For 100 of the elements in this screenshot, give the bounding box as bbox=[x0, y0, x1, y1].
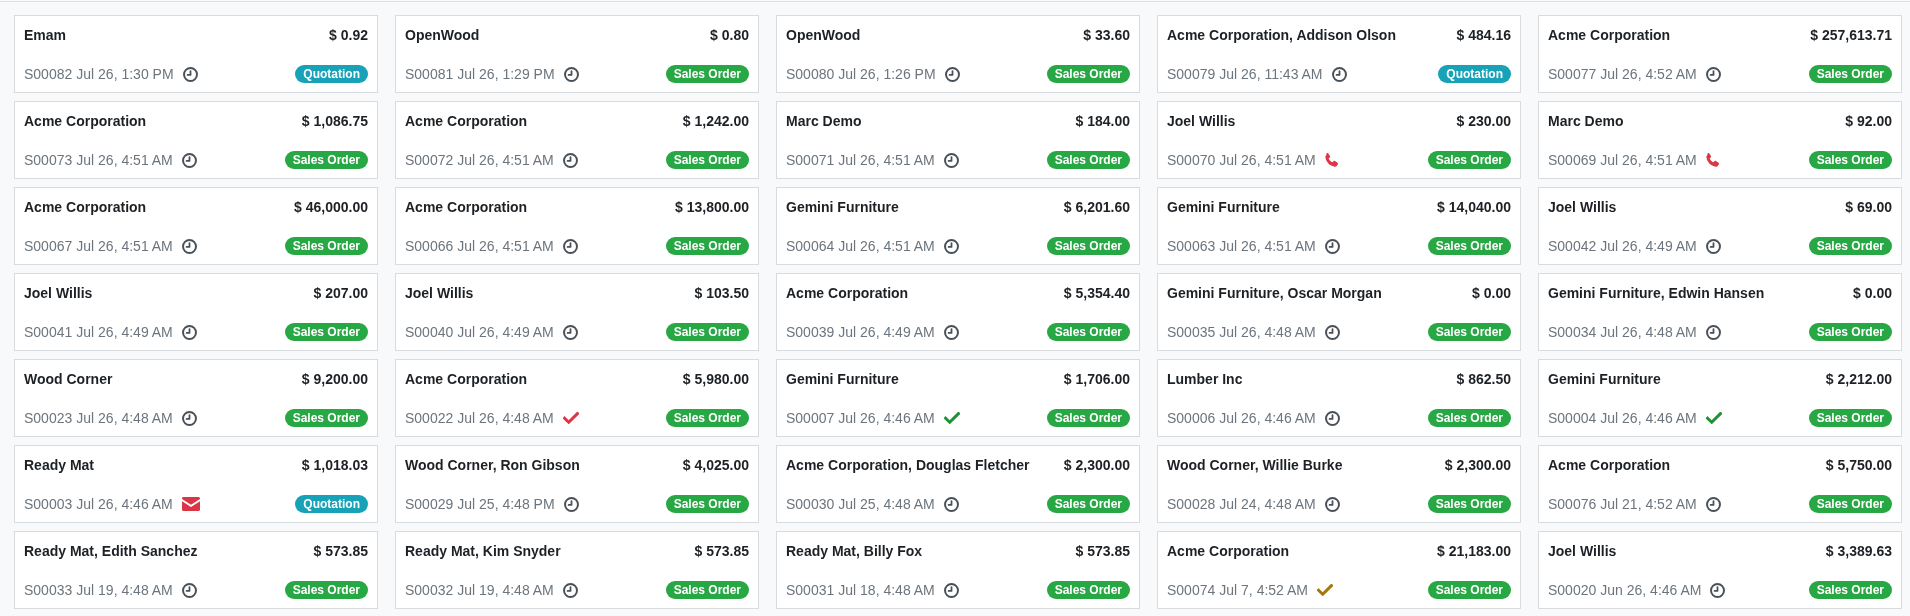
order-amount: $ 1,086.75 bbox=[301, 112, 368, 131]
order-card[interactable]: Emam $ 0.92 S00082 Jul 26, 1:30 PM Quotation bbox=[14, 15, 378, 93]
order-card[interactable]: OpenWood $ 33.60 S00080 Jul 26, 1:26 PM Sales Order bbox=[776, 15, 1140, 93]
clock-icon[interactable] bbox=[1324, 496, 1340, 512]
order-amount: $ 46,000.00 bbox=[294, 198, 368, 217]
order-card[interactable]: Lumber Inc $ 862.50 S00006 Jul 26, 4:46 AM Sales Order bbox=[1157, 359, 1521, 437]
status-badge: Sales Order bbox=[1427, 495, 1511, 513]
clock-icon[interactable] bbox=[1705, 496, 1721, 512]
clock-icon[interactable] bbox=[181, 238, 197, 254]
order-reference: S00071 bbox=[786, 151, 835, 170]
order-card[interactable]: OpenWood $ 0.80 S00081 Jul 26, 1:29 PM Sales Order bbox=[395, 15, 759, 93]
clock-icon[interactable] bbox=[944, 66, 960, 82]
order-card[interactable]: Joel Willis $ 207.00 S00041 Jul 26, 4:49 AM Sales Order bbox=[14, 273, 378, 351]
customer-name: Acme Corporation bbox=[405, 198, 528, 217]
order-amount: $ 13,800.00 bbox=[675, 198, 749, 217]
order-amount: $ 230.00 bbox=[1456, 112, 1511, 131]
order-card[interactable]: Marc Demo $ 184.00 S00071 Jul 26, 4:51 AM Sales Order bbox=[776, 101, 1140, 179]
clock-icon[interactable] bbox=[181, 410, 197, 426]
envelope-icon[interactable] bbox=[181, 497, 200, 511]
clock-icon[interactable] bbox=[181, 324, 197, 340]
clock-icon[interactable] bbox=[943, 582, 959, 598]
customer-name: Ready Mat, Edith Sanchez bbox=[24, 542, 198, 561]
clock-icon[interactable] bbox=[563, 496, 579, 512]
order-card[interactable]: Acme Corporation $ 1,242.00 S00072 Jul 26, 4:51 AM Sales Order bbox=[395, 101, 759, 179]
clock-icon[interactable] bbox=[943, 238, 959, 254]
order-date: Jul 26, 4:51 AM bbox=[76, 237, 173, 256]
order-card[interactable]: Acme Corporation $ 13,800.00 S00066 Jul 26, 4:51 AM Sales Order bbox=[395, 187, 759, 265]
order-card[interactable]: Gemini Furniture, Edwin Hansen $ 0.00 S00034 Jul 26, 4:48 AM Sales Order bbox=[1538, 273, 1902, 351]
order-amount: $ 1,706.00 bbox=[1063, 370, 1130, 389]
order-date: Jul 26, 4:51 AM bbox=[457, 237, 554, 256]
order-card[interactable]: Acme Corporation, Douglas Fletcher $ 2,300.00 S00030 Jul 25, 4:48 AM Sales Order bbox=[776, 445, 1140, 523]
order-card[interactable]: Acme Corporation, Addison Olson $ 484.16 S00079 Jul 26, 11:43 AM Quotation bbox=[1157, 15, 1521, 93]
order-reference: S00007 bbox=[786, 409, 835, 428]
order-card[interactable]: Acme Corporation $ 1,086.75 S00073 Jul 26, 4:51 AM Sales Order bbox=[14, 101, 378, 179]
clock-icon[interactable] bbox=[181, 582, 197, 598]
order-card[interactable]: Acme Corporation $ 5,980.00 S00022 Jul 26, 4:48 AM Sales Order bbox=[395, 359, 759, 437]
order-date: Jul 24, 4:48 AM bbox=[1219, 495, 1316, 514]
phone-icon[interactable] bbox=[1324, 153, 1339, 167]
clock-icon[interactable] bbox=[943, 496, 959, 512]
clock-icon[interactable] bbox=[943, 152, 959, 168]
order-date: Jul 26, 1:30 PM bbox=[76, 65, 174, 84]
order-reference: S00033 bbox=[24, 581, 73, 600]
order-card[interactable]: Wood Corner, Willie Burke $ 2,300.00 S00028 Jul 24, 4:48 AM Sales Order bbox=[1157, 445, 1521, 523]
clock-icon[interactable] bbox=[943, 324, 959, 340]
order-card[interactable]: Acme Corporation $ 5,354.40 S00039 Jul 26, 4:49 AM Sales Order bbox=[776, 273, 1140, 351]
order-card[interactable]: Wood Corner, Ron Gibson $ 4,025.00 S00029 Jul 25, 4:48 PM Sales Order bbox=[395, 445, 759, 523]
order-date: Jul 21, 4:52 AM bbox=[1600, 495, 1697, 514]
order-reference: S00070 bbox=[1167, 151, 1216, 170]
order-amount: $ 257,613.71 bbox=[1810, 26, 1892, 45]
order-card[interactable]: Ready Mat, Edith Sanchez $ 573.85 S00033 Jul 19, 4:48 AM Sales Order bbox=[14, 531, 378, 609]
order-card[interactable]: Acme Corporation $ 46,000.00 S00067 Jul 26, 4:51 AM Sales Order bbox=[14, 187, 378, 265]
clock-icon[interactable] bbox=[1324, 410, 1340, 426]
status-badge: Sales Order bbox=[665, 581, 749, 599]
checkmark-icon[interactable] bbox=[943, 412, 960, 424]
status-badge: Sales Order bbox=[1046, 409, 1130, 427]
clock-icon[interactable] bbox=[562, 582, 578, 598]
order-card[interactable]: Gemini Furniture $ 14,040.00 S00063 Jul 26, 4:51 AM Sales Order bbox=[1157, 187, 1521, 265]
order-card[interactable]: Wood Corner $ 9,200.00 S00023 Jul 26, 4:48 AM Sales Order bbox=[14, 359, 378, 437]
order-card[interactable]: Gemini Furniture $ 2,212.00 S00004 Jul 26, 4:46 AM Sales Order bbox=[1538, 359, 1902, 437]
order-amount: $ 0.00 bbox=[1472, 284, 1511, 303]
clock-icon[interactable] bbox=[562, 152, 578, 168]
clock-icon[interactable] bbox=[563, 66, 579, 82]
order-card[interactable]: Acme Corporation $ 21,183.00 S00074 Jul 7, 4:52 AM Sales Order bbox=[1157, 531, 1521, 609]
clock-icon[interactable] bbox=[181, 152, 197, 168]
checkmark-icon[interactable] bbox=[1705, 412, 1722, 424]
order-card[interactable]: Marc Demo $ 92.00 S00069 Jul 26, 4:51 AM Sales Order bbox=[1538, 101, 1902, 179]
order-card[interactable]: Gemini Furniture $ 1,706.00 S00007 Jul 26, 4:46 AM Sales Order bbox=[776, 359, 1140, 437]
status-badge: Quotation bbox=[295, 495, 368, 513]
clock-icon[interactable] bbox=[1331, 66, 1347, 82]
phone-icon[interactable] bbox=[1705, 153, 1720, 167]
status-badge: Sales Order bbox=[665, 151, 749, 169]
order-card[interactable]: Acme Corporation $ 257,613.71 S00077 Jul 26, 4:52 AM Sales Order bbox=[1538, 15, 1902, 93]
order-card[interactable]: Joel Willis $ 103.50 S00040 Jul 26, 4:49 AM Sales Order bbox=[395, 273, 759, 351]
checkmark-icon[interactable] bbox=[562, 412, 579, 424]
clock-icon[interactable] bbox=[1705, 324, 1721, 340]
order-reference: S00040 bbox=[405, 323, 454, 342]
status-badge: Sales Order bbox=[284, 409, 368, 427]
status-badge: Sales Order bbox=[1046, 237, 1130, 255]
clock-icon[interactable] bbox=[1705, 238, 1721, 254]
order-card[interactable]: Gemini Furniture $ 6,201.60 S00064 Jul 26, 4:51 AM Sales Order bbox=[776, 187, 1140, 265]
order-card[interactable]: Joel Willis $ 69.00 S00042 Jul 26, 4:49 AM Sales Order bbox=[1538, 187, 1902, 265]
customer-name: Acme Corporation, Addison Olson bbox=[1167, 26, 1396, 45]
order-card[interactable]: Ready Mat, Kim Snyder $ 573.85 S00032 Jul 19, 4:48 AM Sales Order bbox=[395, 531, 759, 609]
clock-icon[interactable] bbox=[182, 66, 198, 82]
order-date: Jul 7, 4:52 AM bbox=[1219, 581, 1308, 600]
order-date: Jul 26, 4:48 AM bbox=[1219, 323, 1316, 342]
order-card[interactable]: Ready Mat, Billy Fox $ 573.85 S00031 Jul 18, 4:48 AM Sales Order bbox=[776, 531, 1140, 609]
order-card[interactable]: Joel Willis $ 3,389.63 S00020 Jun 26, 4:46 AM Sales Order bbox=[1538, 531, 1902, 609]
clock-icon[interactable] bbox=[1710, 582, 1726, 598]
clock-icon[interactable] bbox=[1705, 66, 1721, 82]
clock-icon[interactable] bbox=[1324, 324, 1340, 340]
order-card[interactable]: Gemini Furniture, Oscar Morgan $ 0.00 S00035 Jul 26, 4:48 AM Sales Order bbox=[1157, 273, 1521, 351]
clock-icon[interactable] bbox=[562, 238, 578, 254]
checkmark-icon[interactable] bbox=[1317, 584, 1333, 596]
order-amount: $ 6,201.60 bbox=[1063, 198, 1130, 217]
clock-icon[interactable] bbox=[562, 324, 578, 340]
order-card[interactable]: Acme Corporation $ 5,750.00 S00076 Jul 21, 4:52 AM Sales Order bbox=[1538, 445, 1902, 523]
order-card[interactable]: Joel Willis $ 230.00 S00070 Jul 26, 4:51 AM Sales Order bbox=[1157, 101, 1521, 179]
clock-icon[interactable] bbox=[1324, 238, 1340, 254]
order-card[interactable]: Ready Mat $ 1,018.03 S00003 Jul 26, 4:46 AM Quotation bbox=[14, 445, 378, 523]
